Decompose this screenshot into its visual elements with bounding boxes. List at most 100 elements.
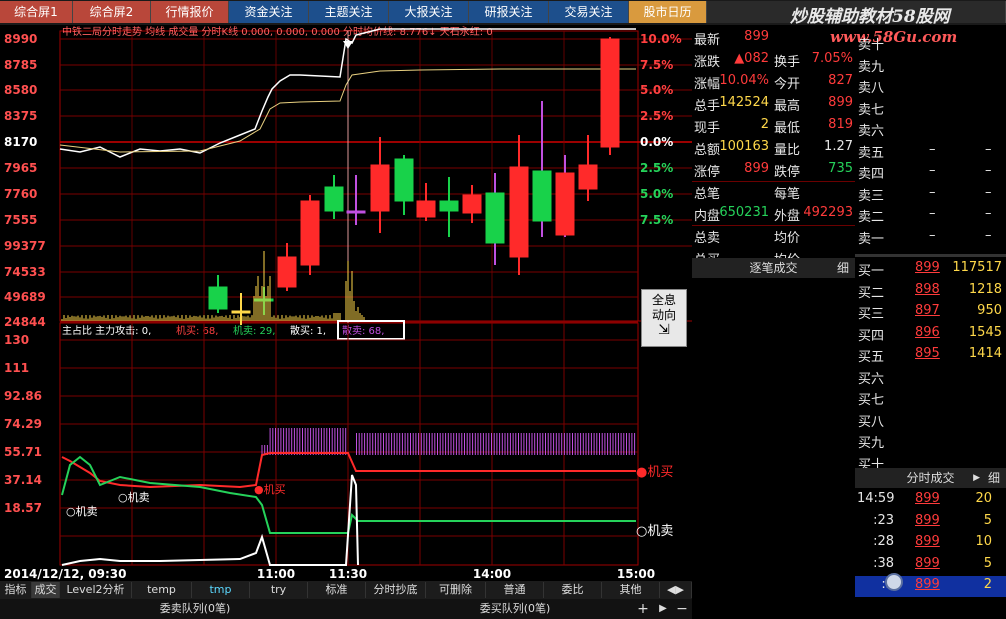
sell-level-label: 卖五: [858, 145, 885, 161]
pct-axis-label: 2.5%: [640, 161, 673, 175]
tab-8[interactable]: 交易关注: [549, 1, 629, 23]
volume-axis-label: 24844: [4, 315, 46, 329]
tab-2[interactable]: 综合屏2: [73, 1, 151, 23]
price-axis-label: 7965: [4, 161, 37, 175]
tick-volume: 5: [983, 555, 992, 571]
sell-level-volume: –: [985, 206, 992, 221]
tick-volume: 5: [983, 512, 992, 528]
buy-level-row: 买八: [855, 410, 1006, 431]
indicator-tab-2[interactable]: 成交: [32, 582, 60, 598]
tab-scroll-arrows[interactable]: ◀▶: [660, 582, 692, 598]
sub-label-jimai-sell: ○机卖: [66, 504, 98, 518]
tab-6[interactable]: 大报关注: [389, 1, 469, 23]
indicator-tab-6[interactable]: try: [250, 582, 308, 598]
indicator-tab-3[interactable]: Level2分析: [60, 582, 132, 598]
triangle-right-icon[interactable]: ▶: [656, 600, 670, 618]
sub-legend-prefix: 主占比 主力攻击: 0,: [62, 324, 151, 337]
sell-level-label: 卖二: [858, 210, 885, 225]
quote-label: 涨停: [694, 165, 721, 180]
quote-label-2: 均价: [774, 231, 801, 246]
trade-detail-header[interactable]: 逐笔成交 细: [692, 258, 855, 278]
sell-level-row: 卖十: [855, 33, 1006, 54]
indicator-tab-10[interactable]: 普通: [486, 582, 544, 598]
tick-left-icon[interactable]: ▶: [973, 468, 980, 488]
indicator-tab-5[interactable]: tmp: [192, 582, 250, 598]
quote-value: 10.04%: [719, 73, 769, 88]
tick-header[interactable]: 分时成交 ▶ 细: [855, 468, 1006, 488]
indicator-tab-11[interactable]: 委比: [544, 582, 602, 598]
tick-price: 899: [915, 555, 940, 571]
candle-body: [485, 192, 505, 244]
minus-icon[interactable]: −: [674, 600, 690, 618]
candle-body: [509, 166, 529, 258]
tick-volume: 20: [975, 491, 992, 506]
indicator-tab-8[interactable]: 分时抄底: [366, 582, 426, 598]
quote-label-2: 换手: [774, 55, 801, 70]
quote-value-2: 827: [828, 73, 853, 88]
sell-queue-tab[interactable]: 委卖队列(0笔): [110, 600, 280, 618]
tick-row: :23 899 5: [855, 512, 1006, 533]
candle-body: [231, 310, 251, 314]
indicator-tab-4[interactable]: temp: [132, 582, 192, 598]
sell-level-row: 卖六: [855, 119, 1006, 140]
price-axis-label: 8375: [4, 109, 37, 123]
quote-label: 总笔: [694, 187, 721, 202]
tab-1[interactable]: 综合屏1: [0, 1, 73, 23]
buy-level-label: 买一: [858, 264, 885, 279]
buy-level-price: 899: [915, 260, 940, 275]
full-info-button[interactable]: 全息 动向 ⇲: [641, 289, 687, 347]
candle-body: [277, 256, 297, 288]
time-axis-label: 2014/12/12, 09:30: [4, 567, 127, 581]
sell-level-volume: –: [985, 184, 992, 200]
sub-label-jimai: ●机买: [254, 482, 286, 496]
quote-value-2: 492293: [803, 205, 853, 220]
indicator-tab-7[interactable]: 标准: [308, 582, 366, 598]
buy-level-label: 买八: [858, 414, 885, 430]
candle-body: [578, 164, 598, 190]
indicator-tab-bar: 指标 成交 Level2分析 temp tmp try 标准 分时抄底 可删除 普通 委比 其他 ◀▶: [0, 581, 692, 599]
pct-axis-label: 5.0%: [640, 187, 673, 201]
candle-body: [394, 158, 414, 202]
indicator-tab-9[interactable]: 可删除: [426, 582, 486, 598]
book-separator: [855, 254, 1006, 257]
price-axis-label: 8990: [4, 32, 37, 46]
plus-icon[interactable]: +: [634, 600, 652, 618]
quote-value: 100163: [719, 139, 769, 154]
candle-body: [462, 194, 482, 214]
quote-row: 涨停 899 跌停 735: [692, 159, 855, 181]
quote-label: 内盘: [694, 209, 721, 224]
price-axis-label: 8785: [4, 58, 37, 72]
candle-body: [300, 200, 320, 266]
quote-value-2: 899: [828, 95, 853, 110]
quote-label-2: 量比: [774, 143, 801, 158]
tick-price: 899: [915, 512, 940, 528]
buy-queue-tab[interactable]: 委买队列(0笔): [430, 600, 600, 618]
trade-detail-toggle[interactable]: 细: [837, 258, 849, 278]
candle-body: [346, 210, 366, 214]
quote-row: 涨跌 ▲082 换手 7.05%: [692, 49, 855, 71]
tick-toggle[interactable]: 细: [988, 468, 1000, 488]
sell-level-row: 卖四 – –: [855, 162, 1006, 183]
tab-4[interactable]: 资金关注: [229, 1, 309, 23]
tick-title: 分时成交: [906, 471, 955, 485]
quote-label-2: 最低: [774, 121, 801, 136]
tab-3[interactable]: 行情报价: [151, 1, 229, 23]
trade-detail-title: 逐笔成交: [749, 261, 798, 275]
quote-label: 涨幅: [694, 77, 721, 92]
sell-level-row: 卖一 – –: [855, 227, 1006, 248]
sell-level-label: 卖六: [858, 124, 885, 139]
sub-axis-label: 92.86: [4, 389, 42, 403]
full-info-line2: 动向: [651, 308, 676, 322]
time-axis-label: 11:30: [329, 567, 367, 581]
indicator-tab-12[interactable]: 其他: [602, 582, 660, 598]
tab-9[interactable]: 股市日历: [629, 1, 707, 23]
sub-label-jimai-sell-right: ○机卖: [636, 524, 673, 539]
tab-5[interactable]: 主题关注: [309, 1, 389, 23]
sub-axis-label: 74.29: [4, 417, 42, 431]
time-axis-label: 15:00: [617, 567, 655, 581]
buy-level-row: 买七: [855, 388, 1006, 409]
sub-axis-label: 37.14: [4, 473, 42, 487]
indicator-tab-1[interactable]: 指标: [0, 582, 32, 598]
tab-7[interactable]: 研报关注: [469, 1, 549, 23]
candle-body: [416, 200, 436, 218]
